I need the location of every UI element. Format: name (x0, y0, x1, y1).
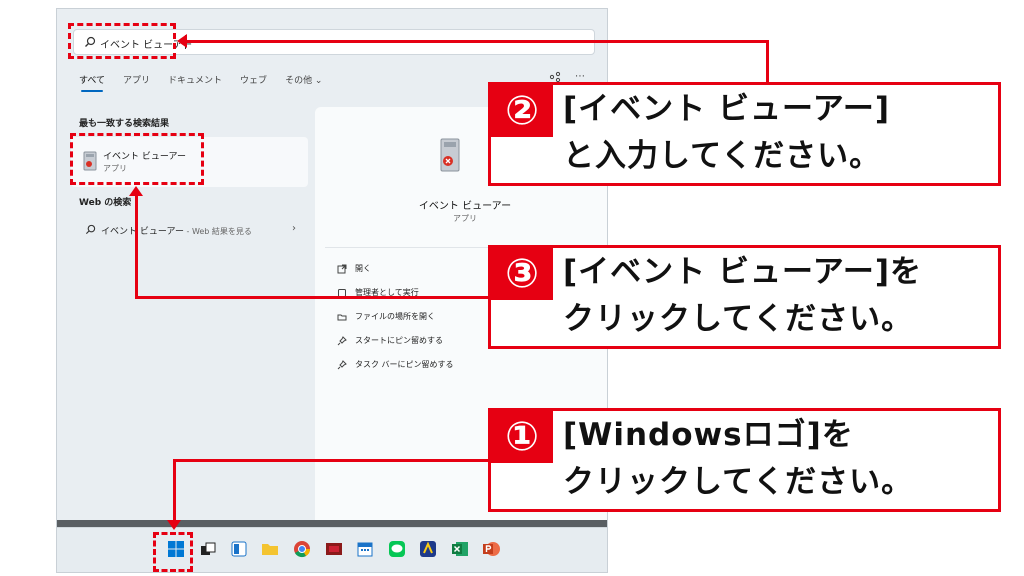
detail-title: イベント ビューアー (418, 201, 512, 212)
calendar-icon[interactable] (356, 540, 374, 558)
connector-line (766, 40, 769, 82)
app2-icon[interactable] (419, 540, 437, 558)
tab-web[interactable]: ウェブ (240, 73, 267, 86)
best-match-heading: 最も一致する検索結果 (79, 119, 170, 129)
connector-line (135, 194, 138, 299)
callout-line: [Windowsロゴ]を (563, 417, 854, 453)
tab-apps[interactable]: アプリ (123, 73, 150, 86)
arrow-head (167, 520, 181, 530)
callout-step-1: ① [Windowsロゴ]を クリックしてください。 (488, 408, 1001, 512)
web-search-suffix: - Web 結果を見る (183, 227, 252, 236)
step-badge: ② (491, 85, 553, 137)
action-pin-to-taskbar[interactable]: タスク バーにピン留めする (337, 359, 454, 370)
pin-icon (337, 335, 347, 345)
callout-step-2: ② [イベント ビューアー] と入力してください。 (488, 82, 1001, 186)
tab-more[interactable]: その他 ⌄ (285, 73, 322, 86)
powerpoint-icon[interactable] (482, 540, 500, 558)
web-search-text: イベント ビューアー - Web 結果を見る (101, 224, 252, 237)
arrow-head (177, 34, 187, 48)
task-view-icon[interactable] (199, 540, 217, 558)
chevron-right-icon: › (292, 223, 296, 234)
web-search-heading: Web の検索 (79, 198, 132, 208)
connector-line (135, 296, 491, 299)
action-pin-to-start[interactable]: スタートにピン留めする (337, 335, 443, 346)
connector-line (173, 459, 176, 524)
callout-line: と入力してください。 (563, 138, 882, 174)
tab-documents[interactable]: ドキュメント (168, 73, 222, 86)
taskbar-shadow (57, 520, 607, 527)
callout-line: クリックしてください。 (563, 464, 914, 500)
tutorial-slide: イベント ビューアー すべて アプリ ドキュメント ウェブ その他 ⌄ ⋯ 最も… (0, 0, 1024, 576)
action-open-file-location[interactable]: ファイルの場所を開く (337, 311, 435, 322)
line-icon[interactable] (388, 540, 406, 558)
tab-all[interactable]: すべて (79, 73, 105, 92)
app-icon[interactable] (325, 540, 343, 558)
connector-line (173, 459, 491, 462)
callout-line: クリックしてください。 (563, 301, 914, 337)
search-box-highlight (68, 23, 176, 59)
pin-icon (337, 359, 347, 369)
callout-line: [イベント ビューアー] (563, 91, 891, 127)
search-icon (85, 224, 96, 235)
action-open[interactable]: 開く (337, 263, 371, 274)
file-explorer-icon[interactable] (261, 540, 279, 558)
step-badge: ③ (491, 248, 553, 300)
arrow-head (129, 186, 143, 196)
chrome-icon[interactable] (293, 540, 311, 558)
callout-step-3: ③ [イベント ビューアー]を クリックしてください。 (488, 245, 1001, 349)
step-badge: ① (491, 411, 553, 463)
event-viewer-large-icon (440, 138, 460, 172)
callout-line: [イベント ビューアー]を (563, 254, 923, 290)
web-search-row[interactable]: イベント ビューアー - Web 結果を見る › (71, 219, 308, 241)
folder-icon (337, 314, 347, 320)
widgets-icon[interactable] (230, 540, 248, 558)
detail-subtitle: アプリ (453, 214, 477, 223)
web-search-query: イベント ビューアー (101, 227, 184, 237)
taskbar (57, 527, 607, 572)
excel-icon[interactable] (451, 540, 469, 558)
search-tabs: すべて アプリ ドキュメント ウェブ その他 ⌄ (79, 73, 322, 92)
start-button-highlight (153, 532, 193, 572)
result-highlight (70, 133, 204, 185)
connector-line (186, 40, 769, 43)
open-icon (337, 264, 347, 273)
